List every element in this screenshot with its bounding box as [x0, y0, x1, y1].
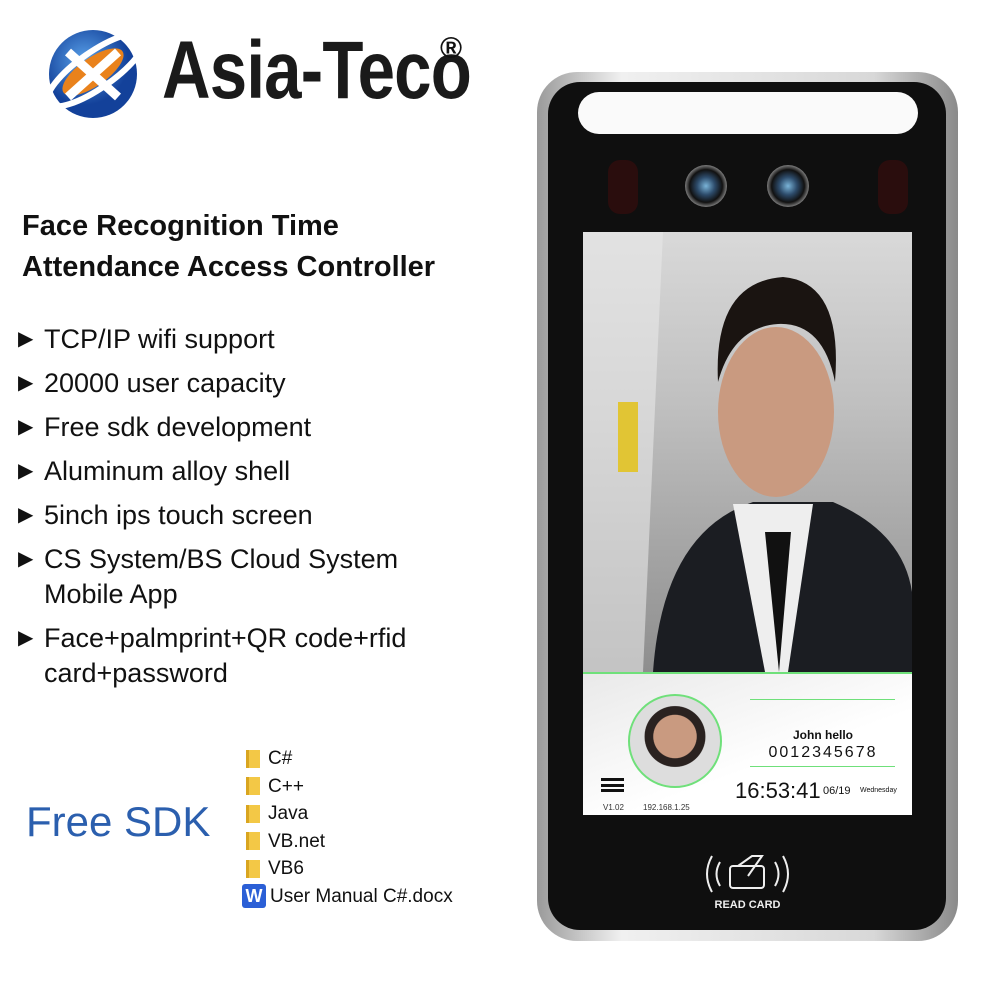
- word-document-icon: W: [242, 884, 266, 909]
- folder-name: C#: [268, 748, 293, 769]
- brand-name: Asia-Teco: [162, 25, 472, 116]
- sdk-folder: Java: [246, 800, 453, 828]
- infrared-sensor: [878, 160, 908, 214]
- title-line-1: Face Recognition Time: [22, 210, 339, 242]
- sdk-document: W User Manual C#.docx: [242, 883, 453, 911]
- folder-icon: [246, 832, 260, 851]
- read-card-label: READ CARD: [714, 899, 781, 911]
- triangle-bullet-icon: ▶: [18, 416, 34, 438]
- product-title: Face Recognition Time Attendance Access …: [22, 206, 435, 288]
- feature-text: card+password: [44, 658, 228, 688]
- firmware-version: V1.02: [603, 803, 624, 812]
- feature-list: ▶ TCP/IP wifi support ▶ 20000 user capacit…: [18, 322, 406, 700]
- feature-text: Aluminum alloy shell: [44, 456, 291, 486]
- folder-icon: [246, 777, 260, 796]
- feature-item: ▶ Free sdk development: [18, 410, 406, 445]
- folder-name: VB.net: [268, 830, 326, 852]
- feature-item: ▶ Aluminum alloy shell: [18, 454, 406, 489]
- sdk-file-list: C# C++ Java VB.net VB6 W User Manual C#.d…: [242, 745, 453, 911]
- feature-text: Face+palmprint+QR code+rfid: [44, 623, 407, 653]
- clock-time: 16:53:41: [735, 778, 821, 803]
- registered-mark: ®: [440, 32, 463, 65]
- sdk-folder: VB.net: [246, 828, 453, 856]
- folder-icon: [246, 749, 260, 768]
- feature-text: TCP/IP wifi support: [44, 324, 275, 354]
- camera-lens-icon: [685, 165, 727, 207]
- free-sdk-label: Free SDK: [26, 798, 211, 845]
- title-line-2: Attendance Access Controller: [22, 251, 436, 283]
- feature-text: 20000 user capacity: [44, 368, 286, 398]
- infrared-sensor: [608, 160, 638, 214]
- document-name: User Manual C#.docx: [270, 885, 453, 907]
- recognition-panel: John hello 0012345678 16:53:41 06/19 Wed…: [583, 672, 912, 815]
- fill-light-bar: [578, 92, 918, 134]
- sdk-folder: C++: [246, 773, 453, 801]
- folder-icon: [246, 804, 260, 823]
- divider: [750, 766, 895, 767]
- divider: [750, 699, 895, 700]
- triangle-bullet-icon: ▶: [18, 504, 34, 526]
- feature-text: Mobile App: [44, 579, 178, 609]
- menu-icon[interactable]: [601, 778, 624, 792]
- camera-view: [583, 232, 912, 672]
- feature-text: CS System/BS Cloud System: [44, 544, 399, 574]
- feature-text: Free sdk development: [44, 412, 312, 442]
- triangle-bullet-icon: ▶: [18, 627, 34, 649]
- sdk-folder: VB6: [246, 855, 453, 883]
- user-id: 0012345678: [768, 744, 878, 761]
- feature-item: ▶ Face+palmprint+QR code+rfid card+passwor…: [18, 621, 406, 691]
- folder-name: Java: [268, 803, 309, 824]
- device-screen: John hello 0012345678 16:53:41 06/19 Wed…: [583, 232, 912, 815]
- matched-face-thumbnail: [628, 694, 722, 788]
- feature-item: ▶ CS System/BS Cloud System Mobile App: [18, 542, 406, 612]
- feature-text: 5inch ips touch screen: [44, 500, 313, 530]
- clock-date: 06/19: [823, 785, 851, 797]
- folder-name: C++: [268, 775, 304, 797]
- triangle-bullet-icon: ▶: [18, 328, 34, 350]
- feature-item: ▶ TCP/IP wifi support: [18, 322, 406, 357]
- triangle-bullet-icon: ▶: [18, 548, 34, 570]
- feature-item: ▶ 20000 user capacity: [18, 366, 406, 401]
- brand-logo: [44, 30, 148, 118]
- feature-item: ▶ 5inch ips touch screen: [18, 498, 406, 533]
- greeting-text: John hello: [793, 728, 853, 742]
- triangle-bullet-icon: ▶: [18, 460, 34, 482]
- camera-lens-icon: [767, 165, 809, 207]
- ip-address: 192.168.1.25: [643, 803, 690, 812]
- folder-icon: [246, 859, 260, 878]
- triangle-bullet-icon: ▶: [18, 372, 34, 394]
- sdk-folder: C#: [246, 745, 453, 773]
- nfc-card-reader-icon: [706, 855, 789, 893]
- person-silhouette: [583, 232, 912, 672]
- clock-weekday: Wednesday: [860, 787, 897, 794]
- folder-name: VB6: [268, 858, 304, 879]
